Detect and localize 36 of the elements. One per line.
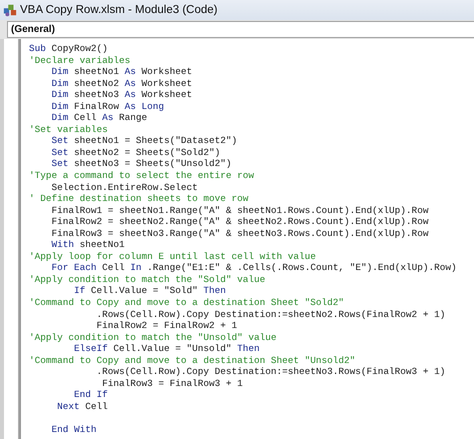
- code-line: Dim sheetNo1 As Worksheet: [50, 66, 194, 78]
- code-line: .Rows(Cell.Row).Copy Destination:=sheetNo3.Rows(FinalRow3 + 1): [96, 366, 446, 378]
- object-dropdown[interactable]: (General): [7, 21, 474, 38]
- code-line: 'Apply loop for column E until last cell with value: [29, 250, 317, 262]
- code-line: Dim FinalRow As Long: [50, 100, 166, 112]
- code-line: 'Command to Copy and move to a destination Sheet "Unsold2": [29, 354, 356, 366]
- code-line: Dim sheetNo2 As Worksheet: [50, 78, 194, 90]
- code-line: 'Apply condition to match the "Sold" value: [29, 274, 266, 286]
- vba-module-icon: [3, 3, 17, 17]
- code-line: FinalRow1 = sheetNo1.Range("A" & sheetNo1.Rows.Count).End(xlUp).Row: [50, 204, 430, 216]
- code-line: End With: [50, 424, 98, 436]
- code-line: 'Type a command to select the entire row: [29, 170, 256, 182]
- code-line: Set sheetNo1 = Sheets("Dataset2"): [50, 135, 238, 147]
- code-line: Dim Cell As Range: [50, 112, 148, 124]
- code-line: 'Set variables: [29, 124, 109, 136]
- code-line: For Each Cell In .Range("E1:E" & .Cells(.Rows.Count, "E").End(xlUp).Row): [50, 262, 458, 274]
- code-line: 'Declare variables: [29, 54, 132, 66]
- code-line: Set sheetNo2 = Sheets("Sold2"): [50, 146, 222, 158]
- code-line: FinalRow3 = FinalRow3 + 1: [101, 378, 244, 390]
- code-line: End If: [73, 389, 109, 401]
- code-line: ElseIf Cell.Value = "Unsold" Then: [73, 343, 261, 355]
- code-line: FinalRow2 = FinalRow2 + 1: [96, 320, 238, 332]
- window-title: VBA Copy Row.xlsm - Module3 (Code): [20, 4, 218, 16]
- code-line: Set sheetNo3 = Sheets("Unsold2"): [50, 158, 233, 170]
- code-line: FinalRow3 = sheetNo3.Range("A" & sheetNo3.Rows.Count).End(xlUp).Row: [50, 228, 430, 240]
- code-line: .Rows(Cell.Row).Copy Destination:=sheetNo2.Rows(FinalRow2 + 1): [96, 308, 446, 320]
- code-line: Selection.EntireRow.Select: [50, 182, 199, 194]
- code-line: Sub CopyRow2(): [29, 43, 109, 55]
- code-line: 'Command to Copy and move to a destination Sheet "Sold2": [29, 297, 346, 309]
- code-line: 'Apply condition to match the "Unsold" value: [29, 332, 278, 344]
- code-line: With sheetNo1: [50, 239, 126, 251]
- code-line: If Cell.Value = "Sold" Then: [73, 285, 227, 298]
- code-line: ' Define destination sheets to move row: [29, 193, 250, 205]
- code-line: Next Cell: [56, 400, 109, 412]
- code-line: FinalRow2 = sheetNo2.Range("A" & sheetNo2.Rows.Count).End(xlUp).Row: [50, 216, 430, 228]
- code-line: Dim sheetNo3 As Worksheet: [50, 89, 194, 101]
